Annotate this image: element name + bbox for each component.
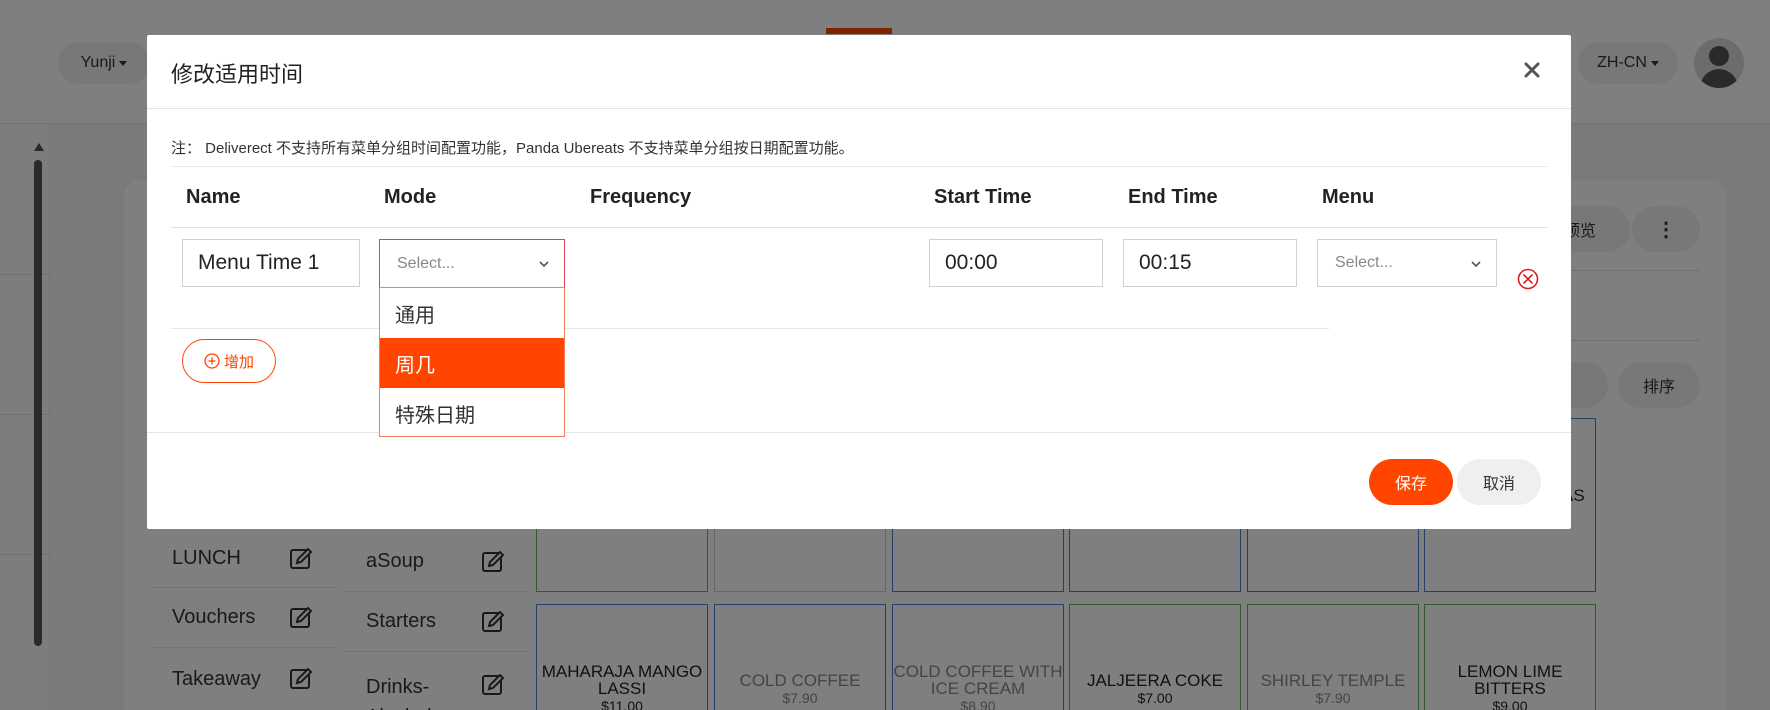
name-input[interactable] (182, 239, 360, 287)
end-time-input[interactable] (1123, 239, 1297, 287)
mode-dropdown-menu: 通用 周几 特殊日期 (379, 287, 565, 437)
add-row-label: 增加 (223, 353, 254, 371)
mode-option-weekday[interactable]: 周几 (380, 338, 564, 388)
column-header-end-time: End Time (1128, 186, 1218, 208)
column-header-start-time: Start Time (934, 186, 1032, 208)
save-button[interactable]: 保存 (1369, 459, 1453, 505)
menu-select-placeholder: Select... (1335, 254, 1393, 271)
modal-title: 修改适用时间 (171, 62, 304, 87)
column-header-frequency: Frequency (590, 186, 692, 208)
modal-header: 修改适用时间 (147, 35, 1571, 109)
compatibility-note: 注： Deliverect 不支持所有菜单分组时间配置功能，Panda Uber… (171, 140, 854, 157)
start-time-input[interactable] (929, 239, 1103, 287)
divider (171, 227, 1547, 228)
cancel-button[interactable]: 取消 (1457, 459, 1541, 505)
mode-option-special-date[interactable]: 特殊日期 (380, 388, 564, 438)
mode-select[interactable]: Select... (379, 239, 565, 287)
divider (171, 328, 1329, 329)
divider (147, 432, 1571, 433)
mode-select-placeholder: Select... (397, 254, 455, 272)
mode-option-general[interactable]: 通用 (380, 288, 564, 338)
divider (171, 166, 1547, 167)
chevron-down-icon (539, 261, 549, 268)
column-header-menu: Menu (1322, 186, 1375, 208)
remove-row-icon[interactable] (1517, 268, 1539, 290)
close-icon[interactable] (1517, 55, 1547, 85)
menu-select[interactable]: Select... (1317, 239, 1497, 287)
edit-time-modal: 修改适用时间 注： Deliverect 不支持所有菜单分组时间配置功能，Pan… (147, 35, 1571, 529)
plus-circle-icon (204, 353, 220, 369)
chevron-down-icon (1471, 261, 1481, 268)
add-row-button[interactable]: 增加 (182, 339, 276, 383)
column-header-mode: Mode (384, 186, 437, 208)
column-header-name: Name (186, 186, 241, 208)
